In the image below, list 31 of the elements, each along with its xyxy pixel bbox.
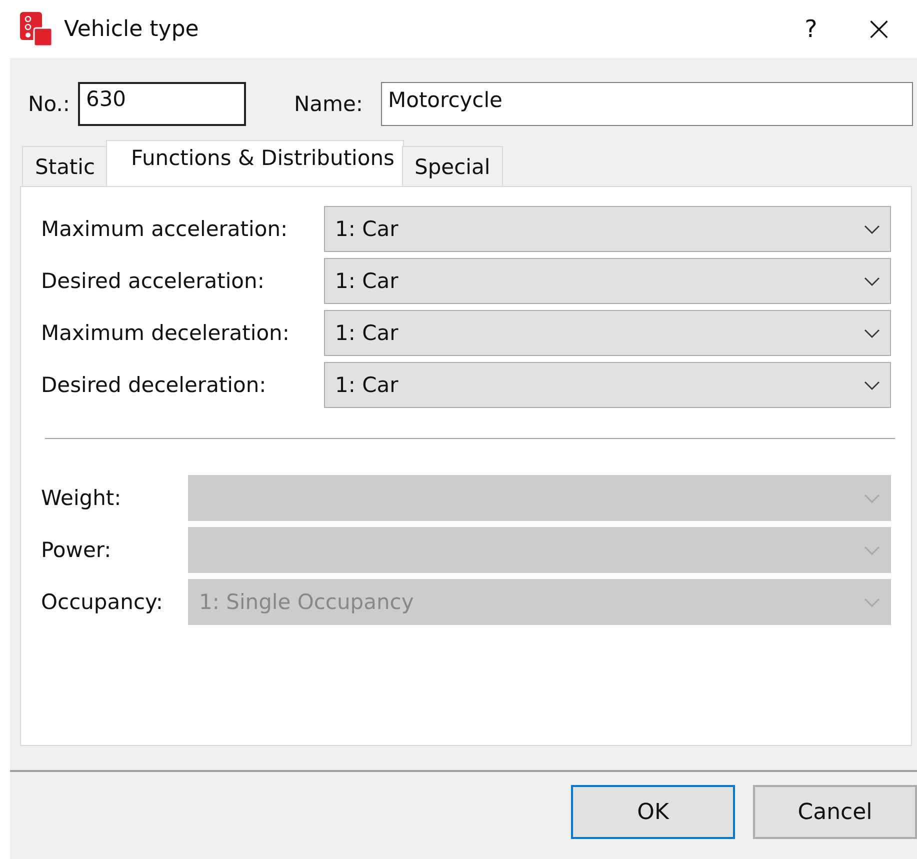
chevron-down-icon (864, 546, 880, 554)
chevron-down-icon (864, 598, 880, 606)
window-title: Vehicle type (64, 16, 200, 42)
field-label: Desired deceleration: (41, 373, 268, 397)
tab[interactable]: Functions & Distributions (106, 140, 404, 186)
chevron-down-icon (864, 276, 880, 286)
chevron-down-icon (864, 328, 880, 338)
close-button[interactable]: × (855, 9, 903, 49)
cancel-button[interactable]: Cancel (753, 785, 917, 839)
number-label: No.: (28, 92, 70, 116)
app-icon (20, 12, 52, 46)
chevron-down-icon (864, 380, 880, 390)
dropdown[interactable]: 1: Car (324, 206, 891, 252)
field-label: Weight: (41, 486, 122, 510)
dropdown[interactable]: 1: Car (324, 258, 891, 304)
number-field[interactable]: 630 (78, 82, 246, 126)
field-label: Maximum deceleration: (41, 321, 290, 345)
help-button[interactable]: ? (787, 15, 835, 43)
chevron-down-icon (864, 224, 880, 234)
ok-button[interactable]: OK (571, 785, 735, 839)
field-label: Power: (41, 538, 112, 562)
name-field[interactable]: Motorcycle (380, 82, 913, 126)
name-label: Name: (294, 92, 363, 116)
tab[interactable]: Special (402, 146, 504, 186)
field-label: Occupancy: (41, 590, 164, 614)
tab[interactable]: Static (22, 146, 108, 186)
chevron-down-icon (864, 494, 880, 502)
field-label: Desired acceleration: (41, 269, 266, 293)
field-label: Maximum acceleration: (41, 217, 289, 241)
dropdown[interactable]: 1: Car (324, 362, 891, 408)
dropdown[interactable]: 1: Car (324, 310, 891, 356)
